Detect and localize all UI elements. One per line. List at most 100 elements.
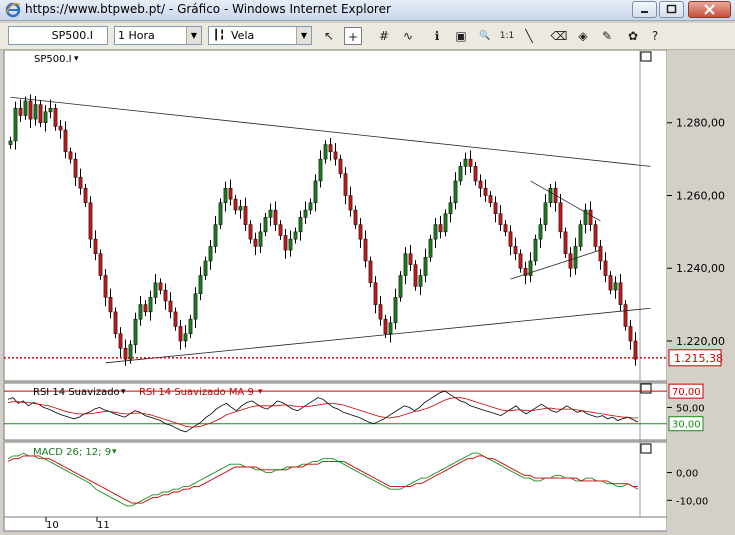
candle-body (618, 282, 623, 305)
candle-body (563, 231, 568, 254)
rsi-level-label: 50,00 (676, 403, 705, 414)
chart-style-selector[interactable]: ┃╏ Vela ▼ (208, 26, 312, 45)
candle-body (533, 238, 538, 262)
candle-body (53, 107, 58, 127)
candle-body (398, 275, 403, 298)
candle-body (513, 246, 518, 254)
candle-body (483, 187, 488, 196)
candle-body (363, 238, 368, 262)
candle-body (273, 209, 278, 225)
crosshair-tool-icon[interactable]: + (344, 27, 362, 45)
candle-body (623, 304, 628, 327)
candle-body (228, 187, 233, 200)
fill-tool-icon[interactable]: ◈ (574, 27, 592, 45)
candle-body (508, 231, 513, 247)
candle-body (183, 333, 188, 342)
candle-body (598, 246, 603, 262)
indicator-tool-icon[interactable]: ∿ (399, 27, 417, 45)
candle-body (633, 340, 638, 360)
candle-body (223, 187, 228, 204)
window-title: https://www.btpweb.pt/ - Gráfico - Windo… (25, 2, 391, 16)
candle-body (538, 224, 543, 240)
candle-body (463, 158, 468, 167)
info-tool-icon[interactable]: ℹ (428, 27, 446, 45)
price-tick-label: 1.260,00 (676, 189, 725, 202)
candle-body (208, 246, 213, 262)
legend-dropdown-icon: ▾ (258, 387, 263, 397)
candle-body (578, 224, 583, 247)
candle-body (233, 198, 238, 211)
candle-body (33, 104, 38, 120)
candle-body (383, 318, 388, 334)
candle-body (253, 238, 258, 247)
price-tick-label: 1.220,00 (676, 335, 725, 348)
price-tick-label: 1.240,00 (676, 262, 725, 275)
interval-selector[interactable]: 1 Hora ▼ (114, 26, 202, 45)
candle-body (373, 282, 378, 305)
candle-body (348, 195, 353, 211)
candle-body (283, 235, 288, 251)
pointer-tool-icon[interactable]: ↖ (320, 27, 338, 45)
candle-body (378, 304, 383, 320)
help-icon[interactable]: ? (646, 27, 664, 45)
candle-body (48, 107, 53, 113)
candle-body (88, 202, 93, 240)
symbol-value: SP500.I (51, 29, 93, 42)
candle-body (593, 224, 598, 247)
zoom-tool-icon[interactable]: 🔍 (476, 27, 494, 45)
interval-value: 1 Hora (118, 29, 155, 42)
maximize-icon (666, 4, 677, 14)
candle-body (83, 187, 88, 204)
candle-body (448, 202, 453, 214)
candle-body (468, 158, 473, 167)
internet-explorer-icon (5, 2, 21, 18)
symbol-selector[interactable]: SP500.I (8, 26, 108, 45)
candle-body (243, 206, 248, 225)
candle-style-icon: ┃╏ (213, 30, 226, 41)
rsi-legend: RSI 14 Suavizado (33, 387, 120, 398)
close-button[interactable] (688, 1, 731, 18)
candle-body (298, 217, 303, 233)
candle-body (78, 177, 83, 189)
candle-body (438, 224, 443, 233)
candle-body (353, 209, 358, 225)
legend-dropdown-icon: ▾ (74, 54, 79, 64)
rsi-level-label: 70,00 (672, 387, 701, 398)
candle-body (198, 275, 203, 294)
candle-body (238, 206, 243, 211)
maximize-panel-icon (640, 443, 652, 454)
reset-zoom-icon[interactable]: 1:1 (498, 27, 516, 45)
magic-tool-icon[interactable]: ✎ (598, 27, 616, 45)
candle-body (403, 253, 408, 276)
candle-body (333, 151, 338, 160)
grid-tool-icon[interactable]: # (375, 27, 393, 45)
candle-body (498, 213, 503, 225)
chart-window-icon[interactable]: ▣ (452, 27, 470, 45)
candle-body (38, 104, 43, 123)
trendline-tool-icon[interactable]: ╲ (520, 27, 538, 45)
candle-body (258, 231, 263, 247)
candle-body (443, 213, 448, 233)
candle-body (138, 304, 143, 320)
maximize-button[interactable] (659, 1, 684, 18)
candle-body (473, 166, 478, 182)
rsi-ma-legend: RSI 14 Suavizado MA 9 (139, 387, 254, 398)
candle-body (133, 318, 138, 345)
candle-body (303, 209, 308, 218)
candle-body (178, 326, 183, 342)
minimize-button[interactable] (632, 1, 657, 18)
price-panel (3, 50, 668, 382)
palette-tool-icon[interactable]: ✿ (624, 27, 642, 45)
candle-body (163, 289, 168, 302)
candle-body (543, 202, 548, 225)
candle-body (28, 100, 33, 120)
candle-body (548, 187, 553, 204)
eraser-tool-icon[interactable]: ⌫ (550, 27, 568, 45)
candle-body (423, 257, 428, 276)
close-icon (704, 4, 715, 15)
candle-body (128, 344, 133, 360)
time-tick-label: 11 (97, 520, 110, 531)
last-price-label: 1.215,38 (674, 352, 723, 365)
candle-body (388, 322, 393, 334)
candle-body (103, 275, 108, 298)
